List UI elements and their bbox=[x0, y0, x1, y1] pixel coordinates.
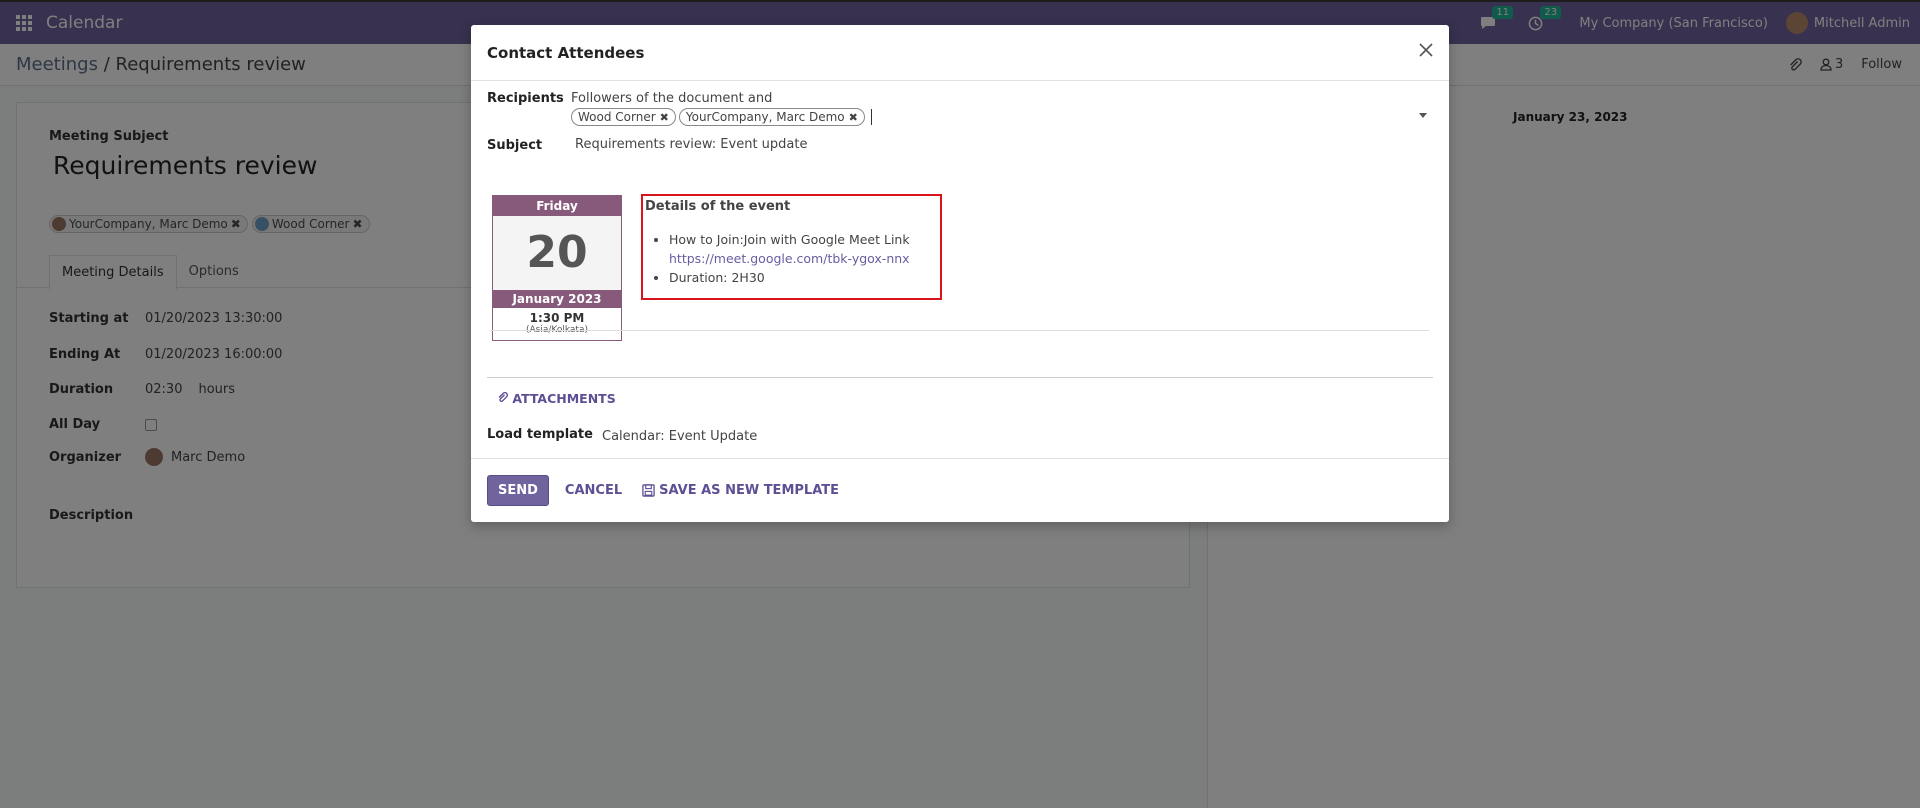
join-label: How to Join:Join with Google Meet Link bbox=[669, 232, 910, 247]
details-list: How to Join:Join with Google Meet Link h… bbox=[669, 230, 910, 287]
event-date-number: 20 bbox=[493, 216, 621, 290]
list-item: Duration: 2H30 bbox=[669, 268, 910, 287]
details-title: Details of the event bbox=[645, 199, 791, 214]
event-details-box: Details of the event How to Join:Join wi… bbox=[641, 194, 942, 300]
recipient-tag[interactable]: YourCompany, Marc Demo ✖ bbox=[678, 108, 865, 126]
save-icon bbox=[642, 484, 655, 497]
contact-attendees-dialog: Contact Attendees Recipients Followers o… bbox=[471, 25, 1449, 522]
dialog-title: Contact Attendees bbox=[487, 43, 645, 62]
list-item: How to Join:Join with Google Meet Link h… bbox=[669, 230, 910, 268]
attachments-label: ATTACHMENTS bbox=[512, 391, 616, 406]
save-as-template-label: SAVE AS NEW TEMPLATE bbox=[659, 483, 839, 498]
meet-link[interactable]: https://meet.google.com/tbk-ygox-nnx bbox=[669, 251, 910, 266]
event-date-card: Friday 20 January 2023 1:30 PM (Asia/Kol… bbox=[492, 195, 622, 341]
send-button[interactable]: SEND bbox=[487, 475, 549, 506]
event-day: Friday bbox=[493, 196, 621, 216]
remove-tag-icon[interactable]: ✖ bbox=[660, 111, 669, 124]
recipient-tag[interactable]: Wood Corner ✖ bbox=[571, 108, 676, 126]
remove-tag-icon[interactable]: ✖ bbox=[849, 111, 858, 124]
subject-input[interactable]: Requirements review: Event update bbox=[575, 137, 807, 152]
recipients-input[interactable]: Wood Corner ✖ YourCompany, Marc Demo ✖ bbox=[571, 108, 872, 126]
recipients-text: Followers of the document and bbox=[571, 91, 773, 106]
event-time: 1:30 PM bbox=[529, 311, 585, 325]
save-as-template-button[interactable]: SAVE AS NEW TEMPLATE bbox=[638, 476, 843, 505]
template-label: Load template bbox=[487, 427, 593, 442]
chevron-down-icon[interactable] bbox=[1419, 113, 1427, 118]
attachments-button[interactable]: ATTACHMENTS bbox=[497, 391, 616, 406]
cancel-button[interactable]: CANCEL bbox=[561, 476, 626, 505]
close-icon[interactable] bbox=[1415, 39, 1437, 61]
template-select[interactable]: Calendar: Event Update bbox=[602, 429, 757, 444]
subject-label: Subject bbox=[487, 138, 543, 153]
recipients-label: Recipients bbox=[487, 91, 564, 106]
divider bbox=[487, 377, 1433, 378]
divider bbox=[491, 330, 1429, 331]
paperclip-icon bbox=[498, 392, 508, 403]
event-month: January 2023 bbox=[493, 290, 621, 308]
text-cursor bbox=[870, 109, 872, 125]
